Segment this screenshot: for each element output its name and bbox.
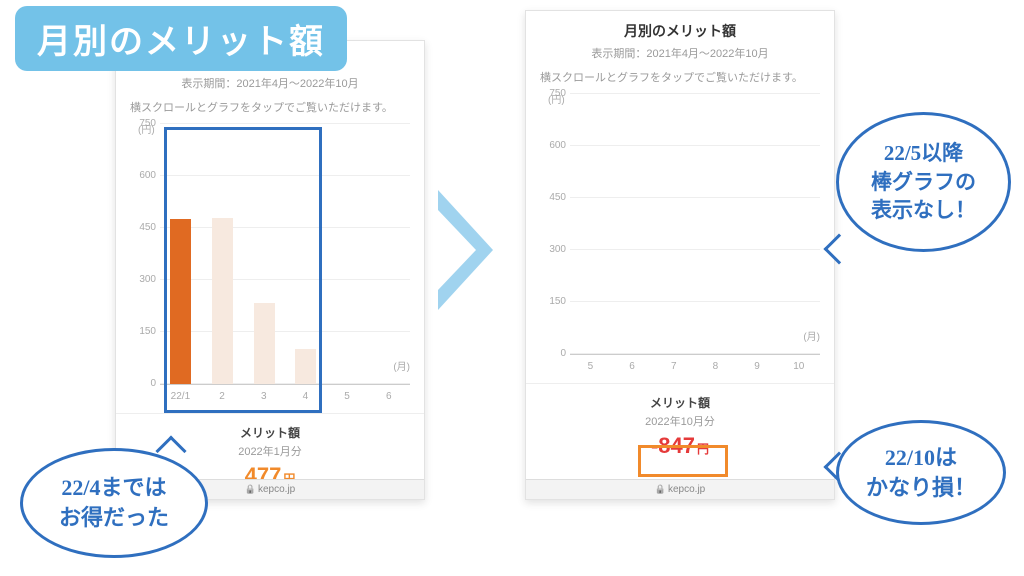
chart-wrap-left: (円) 015030045060075022/123456 (月)	[116, 117, 424, 385]
x-axis-unit-right: (月)	[803, 328, 820, 343]
chart-title-right: 月別のメリット額	[534, 21, 826, 41]
speech-bubble-3: 22/10は かなり損！	[836, 420, 1006, 525]
lock-icon	[245, 484, 258, 495]
merit-box-right: メリット額 2022年10月分 -847円	[526, 383, 834, 461]
merit-value-num-right: -847	[651, 433, 695, 458]
x-tick-label: 7	[660, 361, 688, 372]
merit-unit-right: 円	[697, 442, 709, 456]
chart-period-right: 表示期間：2021年4月〜2022年10月	[534, 45, 826, 61]
merit-label-right: メリット額	[526, 394, 834, 411]
bubble2-line3: 表示なし！	[871, 198, 976, 222]
lock-icon	[655, 484, 668, 495]
title-badge: 月別のメリット額	[15, 6, 347, 71]
gridline: 750	[160, 123, 410, 124]
x-tick-label: 3	[250, 391, 278, 402]
bubble2-line2: 棒グラフの	[871, 170, 976, 194]
chart-bar[interactable]	[295, 349, 316, 384]
x-tick-label: 5	[333, 391, 361, 402]
merit-value-right: -847円	[651, 433, 709, 459]
chart-bar[interactable]	[254, 303, 275, 384]
x-tick-label: 10	[785, 361, 813, 372]
footer-url-right: kepco.jp	[668, 484, 705, 495]
chart-left[interactable]: 015030045060075022/123456	[160, 125, 410, 385]
panel-footer-right: kepco.jp	[526, 479, 834, 499]
x-tick-label: 9	[743, 361, 771, 372]
x-axis-unit-left: (月)	[393, 358, 410, 373]
x-tick-label: 5	[576, 361, 604, 372]
chart-wrap-right: (円) 01503004506007505678910 (月)	[526, 87, 834, 355]
chart-period-left: 表示期間：2021年4月〜2022年10月	[124, 75, 416, 91]
chart-right[interactable]: 01503004506007505678910	[570, 95, 820, 355]
footer-url-left: kepco.jp	[258, 484, 295, 495]
speech-bubble-2: 22/5以降 棒グラフの 表示なし！	[836, 112, 1011, 252]
gridline: 600	[570, 145, 820, 146]
x-tick-label: 2	[208, 391, 236, 402]
bubble3-line1: 22/10は	[885, 445, 957, 470]
panel-right: 月別のメリット額 表示期間：2021年4月〜2022年10月 横スクロールとグラ…	[525, 10, 835, 500]
gridline: 150	[570, 301, 820, 302]
chart-bar[interactable]	[212, 218, 233, 384]
bubble3-line2: かなり損！	[866, 475, 976, 500]
merit-label-left: メリット額	[116, 424, 424, 441]
gridline: 450	[570, 197, 820, 198]
bubble1-line2: お得だった	[59, 505, 169, 530]
gridline: 300	[160, 279, 410, 280]
panel-left: 月別のメリット額 表示期間：2021年4月〜2022年10月 横スクロールとグラ…	[115, 40, 425, 500]
x-tick-label: 22/1	[166, 391, 194, 402]
x-tick-label: 4	[291, 391, 319, 402]
gridline: 0	[570, 353, 820, 354]
x-tick-label: 8	[701, 361, 729, 372]
arrow-icon	[438, 190, 493, 310]
chart-bar[interactable]	[170, 219, 191, 384]
panel-head-right: 月別のメリット額 表示期間：2021年4月〜2022年10月	[526, 11, 834, 63]
x-tick-label: 6	[618, 361, 646, 372]
gridline: 0	[160, 383, 410, 384]
bubble2-line1: 22/5以降	[884, 141, 963, 165]
gridline: 300	[570, 249, 820, 250]
gridline: 600	[160, 175, 410, 176]
speech-bubble-1: 22/4までは お得だった	[20, 448, 208, 558]
chart-hint-right: 横スクロールとグラフをタップでご覧いただけます。	[526, 63, 834, 87]
gridline: 450	[160, 227, 410, 228]
merit-period-right: 2022年10月分	[526, 413, 834, 429]
chart-hint-left: 横スクロールとグラフをタップでご覧いただけます。	[116, 93, 424, 117]
bubble1-line1: 22/4までは	[61, 475, 166, 500]
gridline: 150	[160, 331, 410, 332]
x-tick-label: 6	[375, 391, 403, 402]
gridline: 750	[570, 93, 820, 94]
